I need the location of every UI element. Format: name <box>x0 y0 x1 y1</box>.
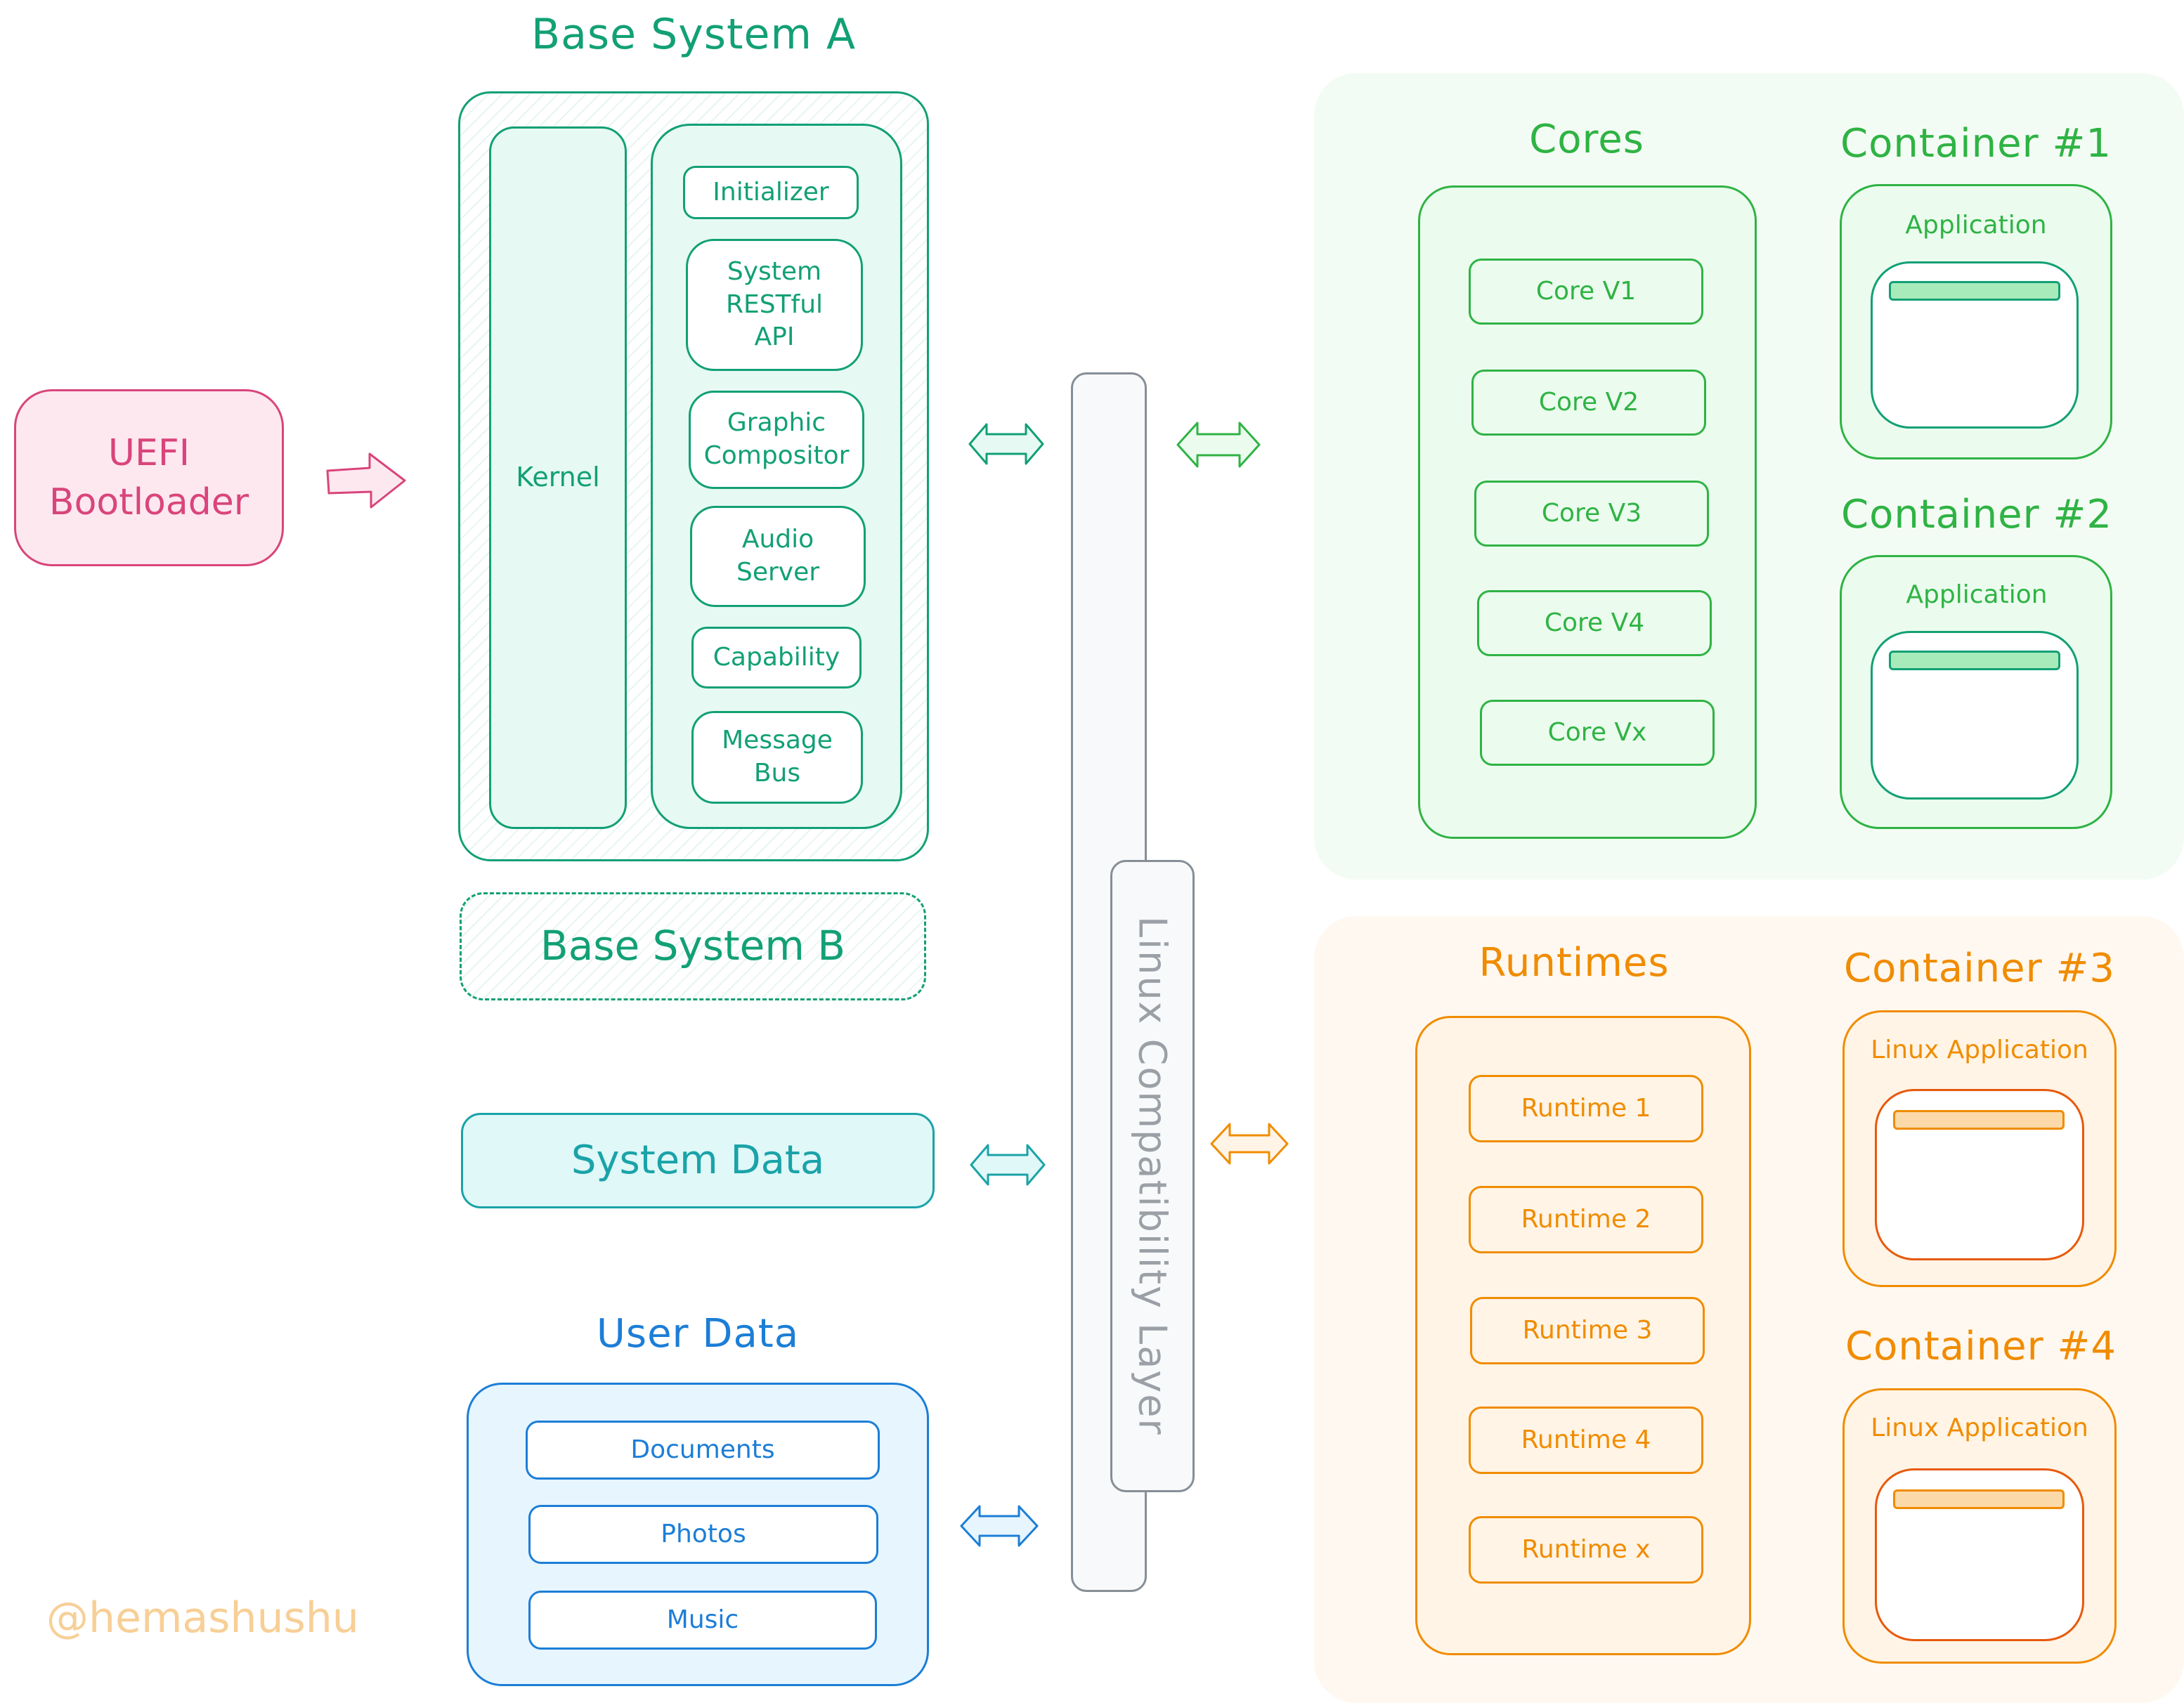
base-system-a-title: Base System A <box>531 10 857 59</box>
userdata-to-compat-arrow <box>958 1503 1040 1548</box>
cores-title: Cores <box>1529 117 1644 162</box>
core-label: Core V3 <box>1541 498 1642 528</box>
watermark: @hemashushu <box>46 1593 359 1643</box>
container-3-title: Container #3 <box>1843 946 2115 991</box>
compat-layer-label: Linux Compatibility Layer <box>1130 916 1175 1436</box>
kernel-box[interactable]: Kernel <box>489 126 627 829</box>
user-data-item-label: Music <box>666 1605 739 1634</box>
container-2-title: Container #2 <box>1840 492 2112 537</box>
container-4-title: Container #4 <box>1845 1324 2117 1369</box>
core-item[interactable]: Core V4 <box>1477 590 1712 656</box>
double-arrow-icon <box>1176 422 1261 468</box>
base-system-b-box[interactable]: Base System B <box>460 892 926 1000</box>
user-data-item-label: Photos <box>661 1519 746 1548</box>
kernel-label: Kernel <box>516 462 600 493</box>
service-label: Audio Server <box>736 525 820 587</box>
runtime-item[interactable]: Runtime x <box>1469 1516 1703 1584</box>
runtime-item[interactable]: Runtime 2 <box>1469 1186 1703 1253</box>
user-data-item-label: Documents <box>630 1435 775 1464</box>
container-1-app-titlebar <box>1889 281 2060 301</box>
runtime-item[interactable]: Runtime 1 <box>1469 1075 1703 1142</box>
core-label: Core V4 <box>1544 608 1645 637</box>
uefi-bootloader-label: UEFI Bootloader <box>48 431 249 523</box>
service-label: Message Bus <box>722 726 833 788</box>
service-message-bus[interactable]: Message Bus <box>691 711 863 804</box>
runtime-item[interactable]: Runtime 4 <box>1469 1407 1703 1474</box>
container-1-app-label: Application <box>1905 211 2047 240</box>
base-to-compat-arrow <box>967 422 1046 466</box>
runtime-item[interactable]: Runtime 3 <box>1470 1297 1705 1364</box>
base-system-b-label: Base System B <box>540 922 846 970</box>
service-initializer[interactable]: Initializer <box>683 166 859 219</box>
user-data-title: User Data <box>596 1311 800 1357</box>
boot-to-base-arrow <box>325 450 409 513</box>
service-audio-server[interactable]: Audio Server <box>690 506 866 607</box>
service-graphic-compositor[interactable]: Graphic Compositor <box>689 391 864 489</box>
runtime-label: Runtime x <box>1521 1534 1651 1564</box>
runtime-label: Runtime 1 <box>1521 1093 1651 1123</box>
arrow-right-icon <box>326 452 406 509</box>
core-label: Core V2 <box>1538 387 1639 417</box>
service-label: Capability <box>713 642 840 672</box>
runtimes-title: Runtimes <box>1478 940 1670 986</box>
container-2-app-titlebar <box>1889 651 2060 670</box>
core-item[interactable]: Core V3 <box>1474 481 1709 547</box>
system-data-label: System Data <box>571 1137 825 1183</box>
runtime-label: Runtime 3 <box>1522 1315 1653 1345</box>
compat-to-cores-arrow <box>1175 420 1262 469</box>
service-label: System RESTful API <box>725 256 824 352</box>
double-arrow-icon <box>1210 1123 1289 1165</box>
double-arrow-icon <box>960 1505 1039 1547</box>
service-system-restful-api[interactable]: System RESTful API <box>686 239 863 371</box>
container-1-title: Container #1 <box>1840 121 2112 167</box>
service-label: Initializer <box>713 177 829 207</box>
double-arrow-icon <box>970 1144 1046 1186</box>
container-3-app-titlebar <box>1893 1110 2065 1130</box>
container-2-app-label: Application <box>1906 580 2048 609</box>
core-item[interactable]: Core Vx <box>1480 700 1715 766</box>
systemdata-to-compat-arrow <box>968 1142 1047 1187</box>
user-data-item-photos[interactable]: Photos <box>528 1505 878 1564</box>
core-item[interactable]: Core V1 <box>1469 259 1703 325</box>
system-data-box[interactable]: System Data <box>461 1113 935 1208</box>
uefi-bootloader-box[interactable]: UEFI Bootloader <box>14 389 284 566</box>
compat-to-runtimes-arrow <box>1209 1121 1290 1166</box>
core-item[interactable]: Core V2 <box>1471 370 1706 436</box>
user-data-item-documents[interactable]: Documents <box>526 1421 880 1480</box>
service-capability[interactable]: Capability <box>691 627 862 689</box>
container-4-app-label: Linux Application <box>1871 1414 2088 1442</box>
service-label: Graphic Compositor <box>703 408 850 470</box>
double-arrow-icon <box>968 423 1044 465</box>
runtime-label: Runtime 4 <box>1521 1425 1651 1454</box>
compat-layer-box[interactable]: Linux Compatibility Layer <box>1110 860 1195 1492</box>
core-label: Core V1 <box>1535 276 1637 306</box>
core-label: Core Vx <box>1547 717 1647 747</box>
container-4-app-titlebar <box>1893 1489 2065 1509</box>
runtime-label: Runtime 2 <box>1521 1204 1651 1234</box>
container-3-app-label: Linux Application <box>1871 1036 2088 1064</box>
user-data-item-music[interactable]: Music <box>528 1591 877 1650</box>
